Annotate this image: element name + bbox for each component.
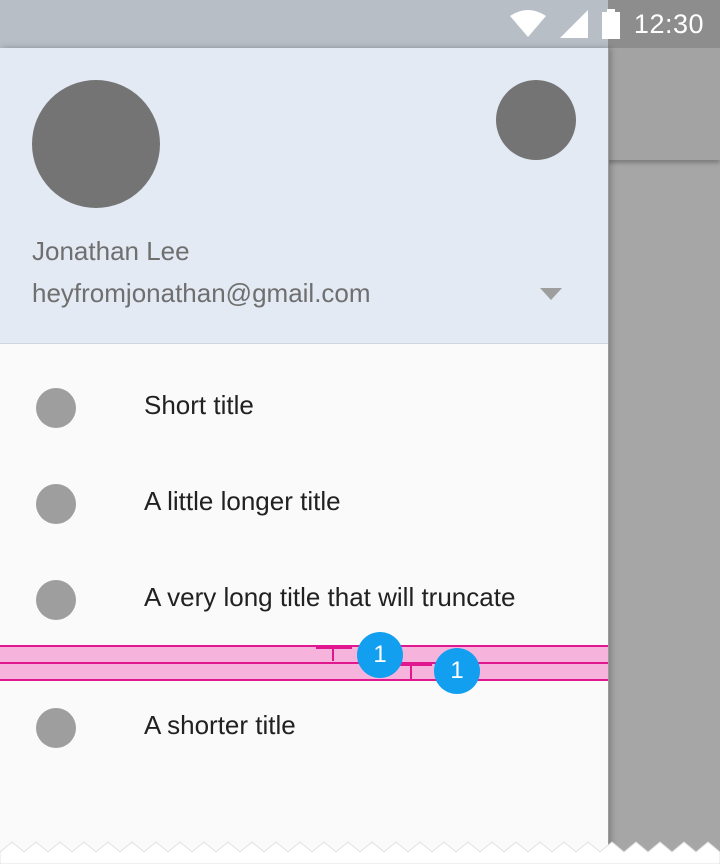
nav-item-shorter-title[interactable]: A shorter title [0,680,608,776]
account-avatar[interactable] [32,80,160,208]
app-toolbar [608,48,720,160]
nav-item-icon [36,388,76,428]
status-icons: 12:30 [509,0,704,48]
spec-badge: 1 [357,632,403,678]
nav-item-longer-title[interactable]: A little longer title [0,456,608,552]
app-scrim[interactable] [608,0,720,864]
spec-measure-mark [396,664,432,666]
torn-edge-decoration [0,841,720,864]
nav-item-icon [36,484,76,524]
spec-badge: 1 [434,648,480,694]
secondary-account-avatar[interactable] [496,80,576,160]
nav-item-label: A shorter title [144,710,296,740]
spec-measure-mark [410,664,412,679]
nav-item-label: Short title [144,390,254,420]
arrow-drop-down-icon[interactable] [540,288,562,300]
battery-icon [601,9,620,39]
nav-item-label: A little longer title [144,486,341,516]
account-email: heyfromjonathan@gmail.com [32,278,371,308]
cellular-signal-icon [559,10,588,38]
account-name: Jonathan Lee [32,236,190,266]
navigation-drawer: Jonathan Lee heyfromjonathan@gmail.com S… [0,48,609,864]
status-time: 12:30 [633,8,704,39]
wifi-icon [509,10,546,37]
nav-item-short-title[interactable]: Short title [0,360,608,456]
spec-measure-mark [316,647,352,649]
spec-measure-mark [332,647,334,661]
nav-item-icon [36,580,76,620]
nav-item-icon [36,708,76,748]
spec-divider-line [0,662,608,664]
status-bar: 12:30 [0,0,720,48]
nav-item-label: A very long title that will truncate [144,582,516,612]
drawer-header: Jonathan Lee heyfromjonathan@gmail.com [0,48,608,344]
nav-item-very-long-title[interactable]: A very long title that will truncate [0,552,608,648]
